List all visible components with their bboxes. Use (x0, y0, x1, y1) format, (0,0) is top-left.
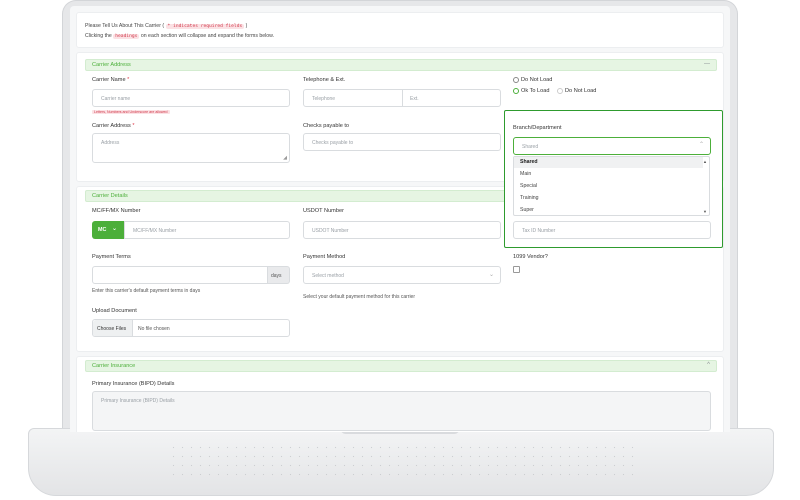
option-selected-bg (514, 157, 703, 168)
select-placeholder: Select method (312, 273, 344, 279)
payment-terms-input[interactable] (92, 266, 268, 284)
payment-method-help: Select your default payment method for t… (303, 294, 415, 300)
vendor-1099-label: 1099 Vendor? (513, 254, 548, 260)
telephone-label: Telephone & Ext. (303, 77, 346, 83)
carrier-insurance-heading[interactable]: Carrier Insurance ^ (85, 360, 717, 372)
collapse-icon: ^ (707, 362, 710, 368)
carrier-address-label: Carrier Address * (92, 123, 135, 129)
address-textarea[interactable]: Address ◢ (92, 133, 290, 163)
intro-card: Please Tell Us About This Carrier ( * in… (76, 12, 724, 48)
address-placeholder: Address (101, 140, 120, 146)
vendor-1099-checkbox[interactable] (513, 266, 520, 273)
telephone-input[interactable]: Telephone (312, 96, 335, 102)
label-text: Carrier Name (92, 77, 128, 83)
label-text: Carrier Address (92, 123, 133, 129)
chevron-up-icon: ⌃ (698, 142, 704, 148)
ok-to-load-radio[interactable]: Ok To Load (513, 88, 550, 94)
do-not-load-radio[interactable]: Do Not Load (557, 88, 596, 94)
carrier-name-label: Carrier Name * (92, 77, 129, 83)
upload-document-label: Upload Document (92, 308, 137, 314)
do-not-load-top-option[interactable]: Do Not Load (513, 77, 552, 83)
radio-icon (513, 77, 519, 83)
section-title: Carrier Insurance (92, 363, 136, 369)
intro-line-headings: Clicking the headings on each section wi… (85, 33, 274, 39)
radio-label: Ok To Load (521, 88, 550, 94)
intro-text: Clicking the (85, 33, 114, 39)
intro-text: ) (244, 23, 248, 29)
branch-option-shared[interactable]: Shared (520, 159, 538, 165)
branch-option-main[interactable]: Main (520, 171, 531, 177)
branch-dropdown-menu: Shared Main Special Training Super ▲ ▼ (513, 156, 710, 216)
required-mark: * (127, 77, 130, 83)
payment-terms-label: Payment Terms (92, 254, 131, 260)
resize-handle-icon[interactable]: ◢ (283, 155, 287, 161)
intro-text: on each section will collapse and expand… (139, 33, 275, 39)
required-mark: * (132, 123, 135, 129)
keyboard-pattern (169, 443, 639, 477)
branch-label: Branch/Department (513, 125, 562, 131)
carrier-address-heading[interactable]: Carrier Address — (85, 59, 717, 71)
usdot-input[interactable]: USDOT Number (303, 221, 501, 239)
branch-selected-value: Shared (522, 144, 539, 150)
primary-insurance-textarea[interactable]: Primary Insurance (BIPD) Details (92, 391, 711, 431)
usdot-label: USDOT Number (303, 208, 344, 214)
radio-label: Do Not Load (565, 88, 597, 94)
tax-id-input[interactable]: Tax ID Number (513, 221, 711, 239)
headings-tag: headings (113, 34, 140, 39)
radio-icon (557, 88, 563, 94)
mc-number-label: MC/FF/MX Number (92, 208, 141, 214)
branch-option-super[interactable]: Super (520, 207, 534, 213)
chevron-down-icon: ⌄ (488, 272, 494, 278)
section-title: Carrier Details (92, 193, 128, 199)
required-fields-tag: * indicates required fields (165, 24, 245, 29)
section-title: Carrier Address (92, 62, 131, 68)
intro-line-required: Please Tell Us About This Carrier ( * in… (85, 23, 247, 29)
carrier-name-hint: Letters, Numbers and Underscore are allo… (92, 110, 170, 114)
payment-method-label: Payment Method (303, 254, 346, 260)
intro-text: Please Tell Us About This Carrier ( (85, 23, 166, 29)
days-addon: days (268, 266, 290, 284)
scroll-down-icon[interactable]: ▼ (703, 209, 707, 214)
carrier-insurance-section: Carrier Insurance ^ Primary Insurance (B… (76, 356, 724, 432)
file-status: No file chosen (138, 326, 170, 332)
mc-type-dropdown[interactable]: MC ⌄ (92, 221, 124, 239)
scroll-up-icon[interactable]: ▲ (703, 159, 707, 164)
laptop-base (28, 428, 774, 496)
laptop-screen: Please Tell Us About This Carrier ( * in… (70, 6, 730, 432)
branch-option-training[interactable]: Training (520, 195, 539, 201)
choose-files-button[interactable]: Choose Files (93, 320, 133, 336)
branch-option-special[interactable]: Special (520, 183, 537, 189)
ext-input[interactable]: Ext. (410, 96, 419, 102)
checks-payable-label: Checks payable to (303, 123, 350, 129)
payment-terms-help: Enter this carrier's default payment ter… (92, 288, 201, 294)
dropdown-scrollbar[interactable]: ▲ ▼ (703, 159, 708, 215)
telephone-group: Telephone Ext. (303, 89, 501, 107)
file-input[interactable]: Choose Files No file chosen (92, 319, 290, 337)
payment-method-select[interactable]: Select method ⌄ (303, 266, 501, 284)
collapse-icon: — (704, 61, 710, 67)
branch-select[interactable]: Shared ⌃ (513, 137, 711, 155)
primary-insurance-label: Primary Insurance (BIPD) Details (92, 381, 175, 387)
radio-selected-icon (513, 88, 519, 94)
checks-payable-input[interactable]: Checks payable to (303, 133, 501, 151)
carrier-name-input[interactable]: Carrier name (92, 89, 290, 107)
divider (402, 90, 403, 106)
mc-number-input[interactable]: MC/FF/MX Number (124, 221, 290, 239)
radio-label: Do Not Load (521, 77, 553, 83)
chevron-down-icon: ⌄ (112, 226, 118, 232)
mc-type-value: MC (98, 227, 107, 233)
